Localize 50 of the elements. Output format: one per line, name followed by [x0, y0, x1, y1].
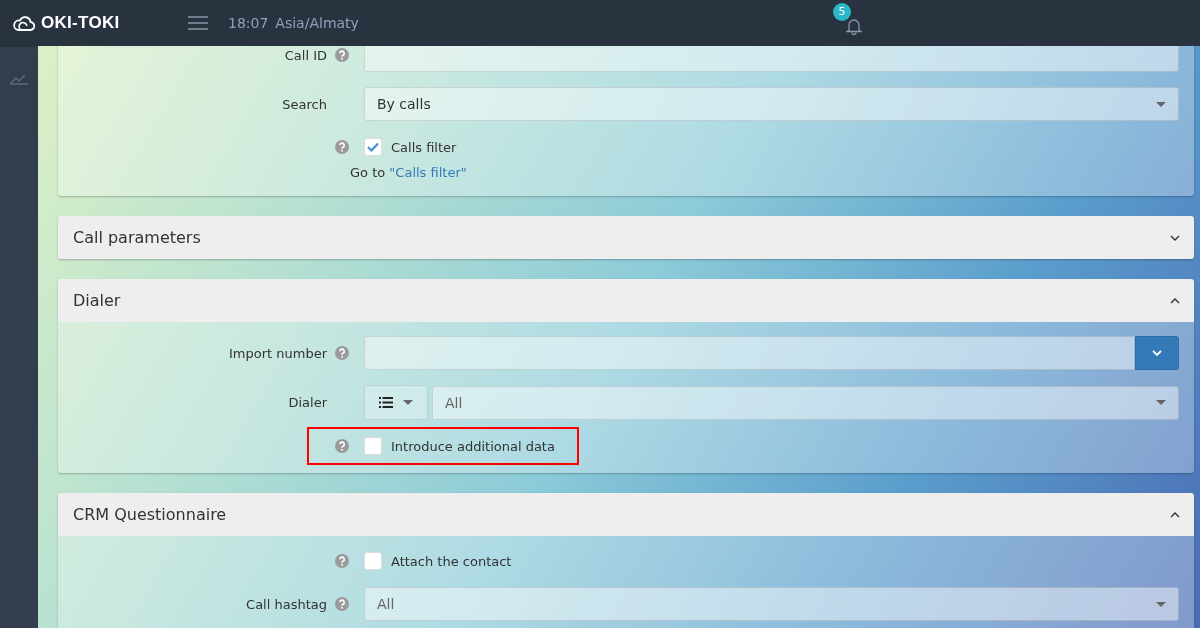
caret-icon	[1156, 101, 1166, 107]
dropdown-button[interactable]	[1135, 336, 1179, 370]
checkbox[interactable]	[364, 138, 382, 156]
help-icon[interactable]	[335, 554, 349, 568]
chevron-down-icon	[1152, 350, 1162, 356]
help-icon[interactable]	[335, 140, 349, 154]
input-field[interactable]	[364, 46, 1179, 72]
select-field[interactable]: All	[432, 385, 1179, 420]
field-label: Search	[281, 96, 327, 112]
input-field[interactable]	[364, 336, 1135, 370]
chevron-up-icon	[1170, 511, 1180, 518]
notification-badge: 5	[832, 2, 851, 21]
checkbox-label: Calls filter	[391, 139, 457, 155]
help-icon[interactable]	[335, 346, 349, 360]
timezone: Asia/Almaty	[275, 15, 359, 31]
field-label: Call ID	[283, 47, 327, 63]
checkbox-label: Introduce additional data	[391, 438, 555, 454]
section-header[interactable]: Call parameters	[58, 216, 1194, 259]
logo-text: OKI-TOKI	[41, 13, 120, 33]
clock-time: 18:07	[228, 15, 269, 31]
section-title: CRM Questionnaire	[73, 505, 227, 524]
help-icon[interactable]	[335, 597, 349, 611]
section-title: Dialer	[73, 291, 121, 310]
menu-icon[interactable]	[188, 16, 208, 30]
field-label: Import number	[228, 345, 327, 361]
caret-icon	[403, 400, 413, 405]
check-icon	[367, 142, 379, 152]
chart-icon[interactable]	[10, 73, 28, 85]
calls-filter-link[interactable]: "Calls filter"	[389, 165, 467, 180]
chevron-up-icon	[1170, 297, 1180, 304]
select-field[interactable]: All	[364, 587, 1179, 621]
bell-icon[interactable]	[845, 16, 862, 35]
list-dropdown-button[interactable]	[364, 385, 428, 420]
cloud-icon	[13, 15, 35, 31]
checkbox[interactable]	[364, 552, 382, 570]
checkbox-label: Attach the contact	[391, 553, 512, 569]
caret-icon	[1156, 601, 1166, 607]
help-icon[interactable]	[335, 439, 349, 453]
section-title: Call parameters	[73, 228, 201, 247]
go-to-text: Go to "Calls filter"	[350, 165, 467, 180]
section-header[interactable]: CRM Questionnaire	[58, 493, 1194, 536]
section-header[interactable]: Dialer	[58, 279, 1194, 322]
field-label: Dialer	[287, 395, 327, 410]
list-icon	[379, 397, 393, 408]
caret-icon	[1156, 400, 1166, 405]
select-field[interactable]: By calls	[364, 87, 1179, 121]
chevron-down-icon	[1170, 234, 1180, 241]
field-label: Call hashtag	[245, 596, 327, 612]
checkbox[interactable]	[364, 437, 382, 455]
help-icon[interactable]	[335, 48, 349, 62]
